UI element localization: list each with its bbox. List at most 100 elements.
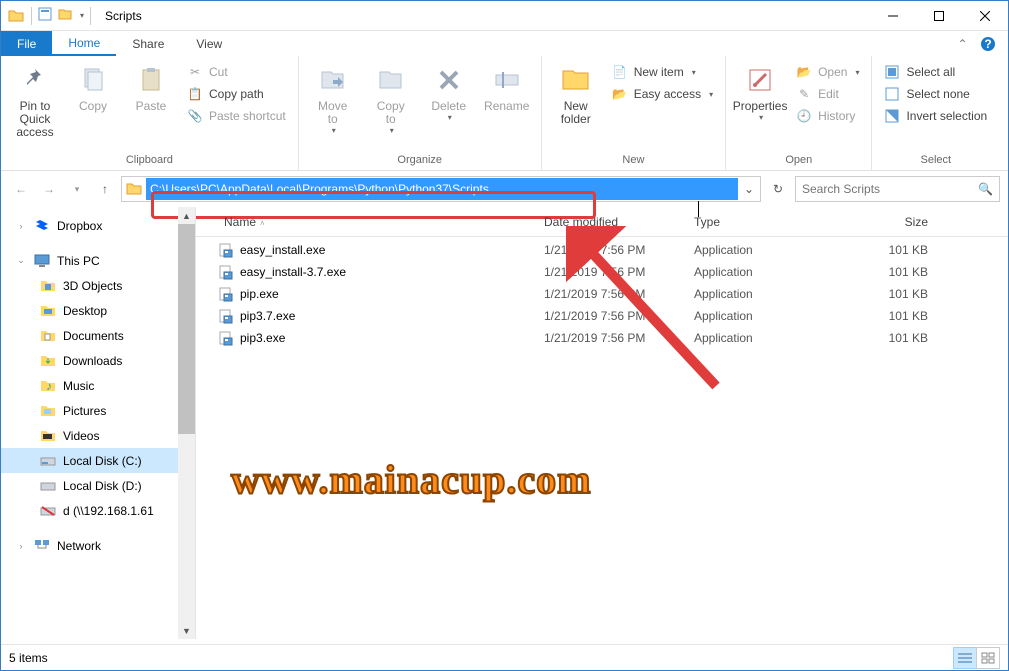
copy-button[interactable]: Copy <box>65 60 121 117</box>
nav-network-drive[interactable]: d (\\192.168.1.61 <box>1 498 195 523</box>
file-date: 1/21/2019 7:56 PM <box>536 309 686 323</box>
refresh-button[interactable]: ↻ <box>765 176 791 202</box>
scroll-down-icon[interactable]: ▼ <box>178 622 195 639</box>
move-to-button[interactable]: Moveto▾ <box>305 60 361 139</box>
file-type: Application <box>686 309 836 323</box>
network-drive-icon <box>39 502 57 520</box>
nav-documents[interactable]: Documents <box>1 323 195 348</box>
title-bar: ▾ Scripts <box>1 1 1008 31</box>
ribbon: Pin to Quickaccess Copy Paste ✂Cut 📋Copy… <box>1 56 1008 171</box>
file-type: Application <box>686 331 836 345</box>
new-folder-button[interactable]: Newfolder <box>548 60 604 130</box>
new-item-button[interactable]: 📄New item▾ <box>606 62 719 82</box>
pin-to-quick-access-button[interactable]: Pin to Quickaccess <box>7 60 63 143</box>
cut-button[interactable]: ✂Cut <box>181 62 292 82</box>
file-name: pip3.exe <box>236 331 536 345</box>
recent-locations-button[interactable]: ▾ <box>65 177 89 201</box>
copy-to-button[interactable]: Copyto▾ <box>363 60 419 139</box>
folder-icon <box>122 181 146 197</box>
file-date: 1/21/2019 7:56 PM <box>536 243 686 257</box>
file-row[interactable]: easy_install-3.7.exe1/21/2019 7:56 PMApp… <box>196 261 1008 283</box>
help-icon[interactable]: ? <box>975 31 1000 56</box>
search-box[interactable]: 🔍 <box>795 176 1000 202</box>
qat-customize-icon[interactable]: ▾ <box>80 11 84 20</box>
file-name: pip3.7.exe <box>236 309 536 323</box>
properties-button[interactable]: Properties▾ <box>732 60 788 126</box>
file-size: 101 KB <box>836 243 936 257</box>
tab-home[interactable]: Home <box>52 31 116 56</box>
select-none-button[interactable]: Select none <box>878 84 993 104</box>
column-size[interactable]: Size <box>836 215 936 229</box>
status-item-count: 5 items <box>9 651 48 665</box>
invert-selection-button[interactable]: Invert selection <box>878 106 993 126</box>
file-row[interactable]: easy_install.exe1/21/2019 7:56 PMApplica… <box>196 239 1008 261</box>
file-type: Application <box>686 265 836 279</box>
qat-props-icon[interactable] <box>38 7 52 24</box>
nav-pictures[interactable]: Pictures <box>1 398 195 423</box>
address-dropdown-icon[interactable]: ⌄ <box>738 182 760 196</box>
forward-button[interactable]: → <box>37 177 61 201</box>
nav-downloads[interactable]: Downloads <box>1 348 195 373</box>
exe-icon <box>216 264 236 280</box>
back-button[interactable]: ← <box>9 177 33 201</box>
edit-button[interactable]: ✎Edit <box>790 84 865 104</box>
nav-music[interactable]: ♪Music <box>1 373 195 398</box>
paste-icon <box>135 64 167 96</box>
edit-icon: ✎ <box>796 86 812 102</box>
copy-path-button[interactable]: 📋Copy path <box>181 84 292 104</box>
history-button[interactable]: 🕘History <box>790 106 865 126</box>
nav-local-disk-c[interactable]: Local Disk (C:) <box>1 448 195 473</box>
address-input[interactable] <box>146 178 738 200</box>
minimize-ribbon-icon[interactable]: ⌃ <box>950 31 975 56</box>
select-all-button[interactable]: Select all <box>878 62 993 82</box>
minimize-button[interactable] <box>870 1 916 31</box>
navigation-pane: ›Dropbox ⌄This PC 3D Objects Desktop Doc… <box>1 207 196 639</box>
file-row[interactable]: pip3.exe1/21/2019 7:56 PMApplication101 … <box>196 327 1008 349</box>
folder-icon: ♪ <box>39 377 57 395</box>
maximize-button[interactable] <box>916 1 962 31</box>
rename-button[interactable]: Rename <box>479 60 535 117</box>
column-type[interactable]: Type <box>686 215 836 229</box>
address-bar[interactable]: ⌄ <box>121 176 761 202</box>
file-row[interactable]: pip3.7.exe1/21/2019 7:56 PMApplication10… <box>196 305 1008 327</box>
group-clipboard: Pin to Quickaccess Copy Paste ✂Cut 📋Copy… <box>1 56 299 170</box>
nav-dropbox[interactable]: ›Dropbox <box>1 213 195 238</box>
qat-newfolder-icon[interactable] <box>58 7 72 24</box>
paste-button[interactable]: Paste <box>123 60 179 117</box>
nav-local-disk-d[interactable]: Local Disk (D:) <box>1 473 195 498</box>
nav-this-pc[interactable]: ⌄This PC <box>1 248 195 273</box>
nav-network[interactable]: ›Network <box>1 533 195 558</box>
file-row[interactable]: pip.exe1/21/2019 7:56 PMApplication101 K… <box>196 283 1008 305</box>
pin-icon <box>19 64 51 96</box>
tab-view[interactable]: View <box>180 31 238 56</box>
paste-shortcut-button[interactable]: 📎Paste shortcut <box>181 106 292 126</box>
ribbon-tabs: File Home Share View ⌃ ? <box>1 31 1008 56</box>
open-button[interactable]: 📂Open▾ <box>790 62 865 82</box>
svg-text:?: ? <box>984 37 991 51</box>
select-all-icon <box>884 64 900 80</box>
column-name[interactable]: Name˄ <box>216 215 536 229</box>
copy-path-icon: 📋 <box>187 86 203 102</box>
file-list-pane: Name˄ Date modified Type Size easy_insta… <box>196 207 1008 639</box>
search-input[interactable] <box>802 182 978 196</box>
easy-access-button[interactable]: 📂Easy access▾ <box>606 84 719 104</box>
column-date[interactable]: Date modified <box>536 215 686 229</box>
exe-icon <box>216 308 236 324</box>
scroll-thumb[interactable] <box>178 224 195 434</box>
up-button[interactable]: ↑ <box>93 177 117 201</box>
tab-share[interactable]: Share <box>116 31 180 56</box>
details-view-button[interactable] <box>953 647 977 669</box>
svg-text:♪: ♪ <box>46 379 52 393</box>
large-icons-view-button[interactable] <box>976 647 1000 669</box>
nav-desktop[interactable]: Desktop <box>1 298 195 323</box>
file-type: Application <box>686 287 836 301</box>
tab-file[interactable]: File <box>1 31 52 56</box>
nav-videos[interactable]: Videos <box>1 423 195 448</box>
delete-button[interactable]: Delete▾ <box>421 60 477 126</box>
close-button[interactable] <box>962 1 1008 31</box>
nav-3d-objects[interactable]: 3D Objects <box>1 273 195 298</box>
file-date: 1/21/2019 7:56 PM <box>536 265 686 279</box>
scroll-up-icon[interactable]: ▲ <box>178 207 195 224</box>
folder-icon <box>39 402 57 420</box>
folder-icon <box>39 352 57 370</box>
